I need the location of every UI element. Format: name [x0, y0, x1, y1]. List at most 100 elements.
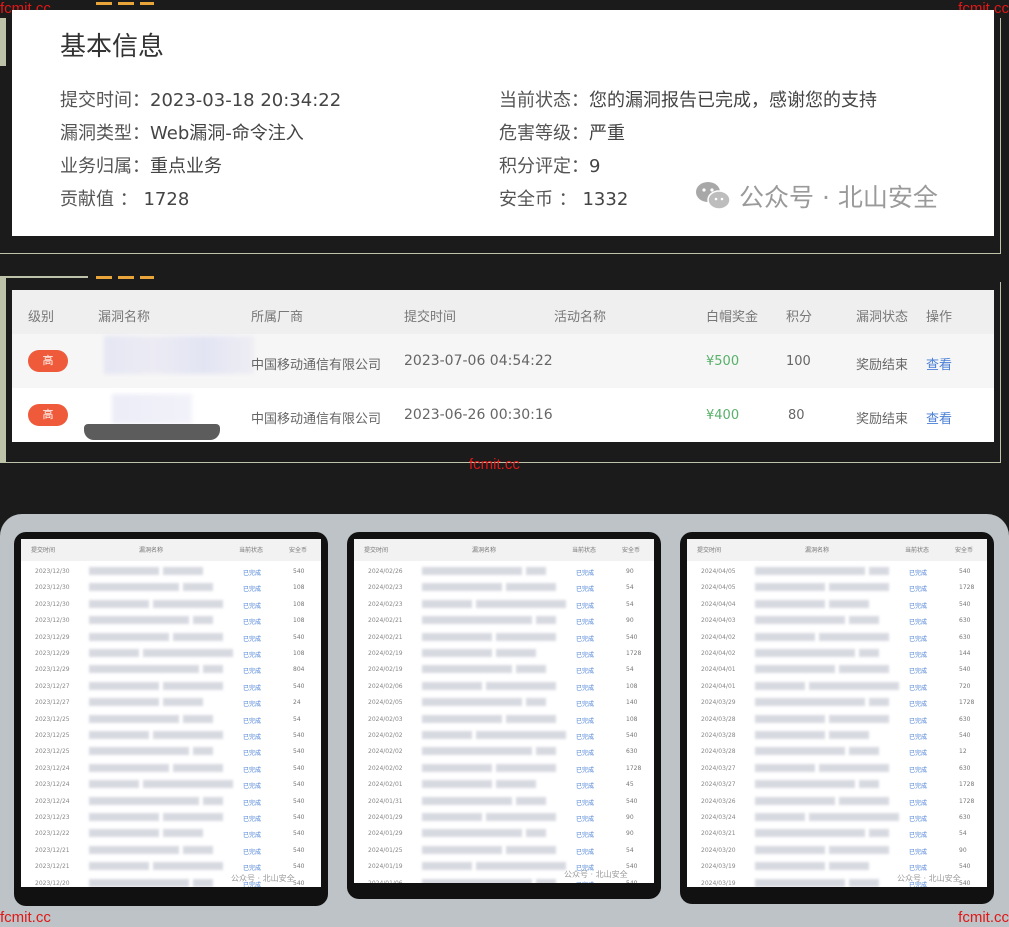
redacted-vuln-name	[89, 698, 159, 707]
frame-right-line	[1000, 18, 1001, 254]
screen-table-row: 2024/02/21 已完成 540	[354, 629, 654, 645]
screen-header-cell: 安全币	[289, 547, 308, 554]
screen-date-cell: 2024/03/28	[701, 732, 736, 739]
screen-status-cell: 已完成	[243, 799, 262, 807]
screen-coin-cell: 90	[626, 568, 634, 575]
redacted-vuln-name	[755, 763, 815, 772]
screen-table-row: 2024/04/01 已完成 540	[687, 661, 987, 677]
screen-date-cell: 2023/12/27	[35, 699, 70, 707]
screen-table-row: 2024/04/01 已完成 720	[687, 678, 987, 694]
table-row: 高 中国移动通信有限公司 2023-06-26 00:30:16 ¥400 80…	[12, 388, 994, 442]
screen-date-cell: 2024/03/26	[701, 797, 736, 805]
screen-table-row: 2024/03/19 已完成 540	[687, 858, 987, 874]
screen-status-cell: 已完成	[576, 586, 595, 594]
screen-status-cell: 已完成	[576, 701, 595, 709]
redacted-vuln-name	[755, 681, 805, 690]
screen-date-cell: 2024/04/01	[701, 682, 736, 690]
screen-table-row: 2023/12/29 已完成 108	[21, 645, 321, 661]
accent-dash	[118, 2, 134, 5]
redacted-vuln-name	[153, 599, 223, 608]
screen-date-cell: 2024/01/06	[368, 880, 403, 883]
screen-date-cell: 2024/04/05	[701, 568, 736, 575]
screen-table-row: 2024/02/19 已完成 1728	[354, 645, 654, 661]
screen-coin-cell: 90	[626, 814, 634, 821]
screen-coin-cell: 540	[626, 880, 637, 883]
screen-table-row: 2023/12/25 已完成 54	[21, 711, 321, 727]
screen-status-cell: 已完成	[243, 570, 262, 577]
redacted-vuln-name	[526, 567, 546, 575]
redacted-vuln-name	[869, 829, 889, 838]
screen-date-cell: 2024/03/29	[701, 699, 736, 707]
redacted-vuln-name	[755, 813, 805, 821]
screen-coin-cell: 144	[959, 650, 971, 657]
redacted-vuln-name	[422, 698, 522, 707]
screen-date-cell: 2023/12/30	[35, 584, 70, 592]
screen-coin-cell: 540	[293, 846, 305, 854]
screen-table-row: 2024/03/20 已完成 90	[687, 842, 987, 858]
screen-table-row: 2024/03/28 已完成 630	[687, 711, 987, 727]
redacted-vuln-name	[104, 336, 254, 374]
screen-watermark: 公众号 · 北山安全	[897, 874, 961, 883]
basic-info-panel: 基本信息 提交时间：2023-03-18 20:34:22 漏洞类型：Web漏洞…	[12, 10, 994, 236]
screen-coin-cell: 540	[293, 568, 305, 575]
screen-header-cell: 当前状态	[572, 547, 597, 554]
screen-coin-cell: 108	[293, 650, 305, 657]
screen-status-cell: 已完成	[909, 816, 928, 823]
redacted-vuln-name	[89, 714, 179, 723]
screen-date-cell: 2024/03/19	[701, 863, 736, 871]
redacted-vuln-name	[193, 747, 213, 756]
redacted-vuln-name	[89, 763, 169, 772]
redacted-vuln-name	[506, 845, 556, 854]
screen-coin-cell: 540	[293, 863, 305, 871]
view-link[interactable]: 查看	[926, 354, 952, 373]
screen-date-cell: 2024/04/02	[701, 633, 736, 641]
screen-status-cell: 已完成	[909, 684, 928, 692]
screen-status-cell: 已完成	[576, 832, 595, 840]
screen-date-cell: 2023/12/21	[35, 863, 70, 871]
screen-coin-cell: 540	[626, 633, 638, 641]
screen-coin-cell: 1728	[959, 584, 975, 592]
screen-status-cell: 已完成	[909, 848, 928, 856]
screen-date-cell: 2024/03/21	[701, 830, 736, 838]
screen-status-cell: 已完成	[576, 570, 595, 577]
view-link[interactable]: 查看	[926, 408, 952, 427]
screen-coin-cell: 1728	[959, 797, 975, 805]
screen-header-cell: 漏洞名称	[805, 547, 830, 554]
header-reward: 白帽奖金	[706, 310, 759, 325]
redacted-vuln-name	[89, 632, 169, 641]
redacted-vuln-name	[829, 599, 869, 608]
redacted-vuln-name	[869, 698, 889, 707]
redacted-vuln-name	[755, 796, 835, 805]
screen-status-cell: 已完成	[909, 865, 928, 873]
severity-label: 危害等级：	[499, 123, 589, 144]
vuln-table: 级别 漏洞名称 所属厂商 提交时间 活动名称 白帽奖金 积分 漏洞状态 操作 高…	[12, 290, 994, 442]
redacted-vuln-name	[183, 845, 213, 854]
screen-date-cell: 2023/12/29	[35, 666, 70, 674]
screen-status-cell: 已完成	[909, 783, 928, 791]
contribution-label: 贡献值 ：	[60, 189, 138, 210]
redacted-vuln-name	[755, 731, 825, 739]
redacted-vuln-name	[536, 878, 556, 883]
redacted-vuln-name	[183, 583, 213, 592]
header-vendor: 所属厂商	[251, 310, 304, 325]
screen-header-cell: 提交时间	[31, 547, 56, 554]
screen-header-cell: 安全币	[622, 547, 641, 554]
accent-dash	[140, 276, 154, 279]
screen-status-cell: 已完成	[243, 602, 262, 610]
redacted-vuln-name	[183, 714, 213, 723]
redacted-vuln-name	[755, 845, 825, 854]
redacted-vuln-name	[203, 796, 223, 805]
points-cell: 100	[786, 354, 811, 369]
screen-status-cell: 已完成	[576, 635, 595, 643]
screen-date-cell: 2024/04/02	[701, 650, 736, 657]
screen-date-cell: 2024/02/02	[368, 732, 403, 739]
status-field: 当前状态：您的漏洞报告已完成，感谢您的支持	[499, 86, 877, 112]
screen-date-cell: 2024/02/03	[368, 715, 403, 723]
screen-table-row: 2023/12/25 已完成 540	[21, 743, 321, 759]
screen-date-cell: 2024/03/20	[701, 846, 736, 854]
redacted-vuln-name	[173, 763, 223, 772]
screen-table-row: 2024/03/24 已完成 630	[687, 809, 987, 825]
screen-date-cell: 2023/12/30	[35, 617, 70, 625]
screen-status-cell: 已完成	[243, 832, 262, 840]
redacted-vuln-name	[839, 796, 889, 805]
